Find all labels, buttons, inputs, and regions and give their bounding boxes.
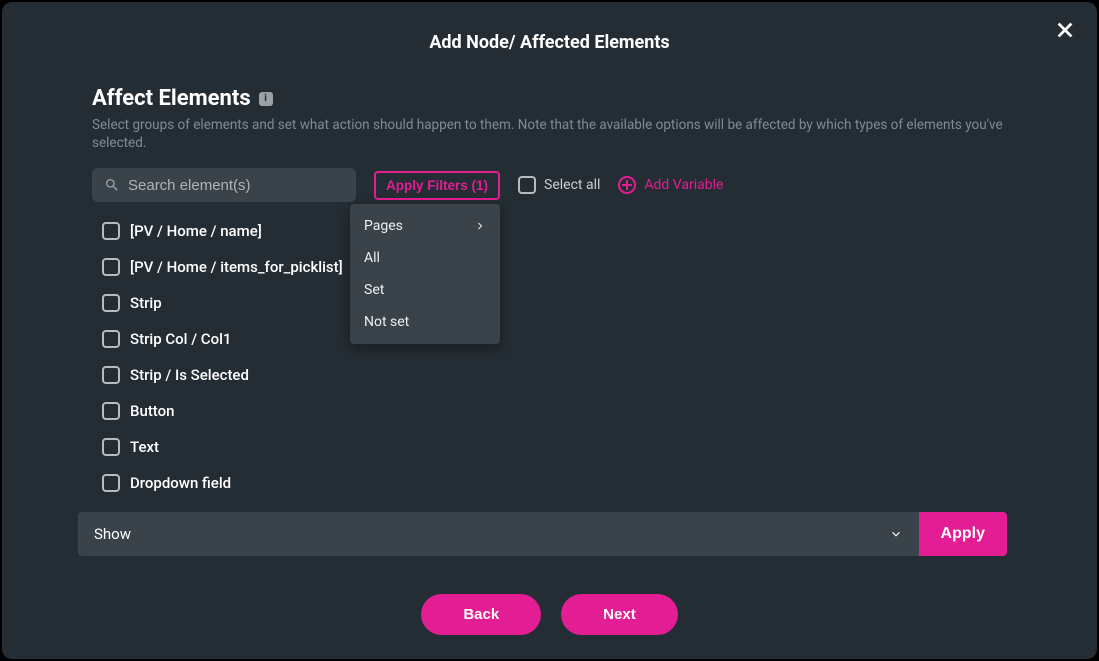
modal-content: Affect Elements i Select groups of eleme… — [22, 66, 1077, 635]
search-input[interactable] — [128, 177, 344, 194]
list-item[interactable]: Strip Col / Col1 — [102, 330, 1007, 348]
list-item[interactable]: Dropdown field — [102, 474, 1007, 492]
filter-item-label: Not set — [364, 314, 409, 330]
list-item-label: Strip — [130, 294, 162, 312]
footer-buttons: Back Next — [92, 594, 1007, 635]
add-variable-button[interactable]: Add Variable — [618, 176, 723, 194]
checkbox-icon — [518, 176, 536, 194]
action-selected-label: Show — [94, 525, 131, 543]
section-title: Affect Elements — [92, 86, 251, 111]
list-item[interactable]: Text — [102, 438, 1007, 456]
info-icon[interactable]: i — [259, 92, 273, 106]
element-list: [PV / Home / name] [PV / Home / items_fo… — [92, 222, 1007, 492]
select-all-checkbox[interactable]: Select all — [518, 176, 600, 194]
list-item-label: Strip Col / Col1 — [130, 330, 231, 348]
filter-item-label: Pages — [364, 218, 403, 234]
list-item-label: Dropdown field — [130, 474, 231, 492]
select-all-label: Select all — [544, 177, 600, 193]
checkbox-icon[interactable] — [102, 366, 120, 384]
list-item-label: Button — [130, 402, 175, 420]
checkbox-icon[interactable] — [102, 330, 120, 348]
filter-item-all[interactable]: All — [350, 242, 500, 274]
section-description: Select groups of elements and set what a… — [92, 117, 1007, 152]
list-item[interactable]: [PV / Home / items_for_picklist] — [102, 258, 1007, 276]
add-variable-label: Add Variable — [644, 177, 723, 193]
list-item-label: [PV / Home / name] — [130, 222, 262, 240]
action-bar: Show Apply — [78, 512, 1007, 556]
modal-header: Add Node/ Affected Elements — [22, 18, 1077, 66]
list-item-label: Strip / Is Selected — [130, 366, 249, 384]
close-icon — [1054, 19, 1076, 41]
checkbox-icon[interactable] — [102, 294, 120, 312]
search-field[interactable] — [92, 168, 356, 202]
apply-button[interactable]: Apply — [919, 512, 1007, 556]
list-item[interactable]: Strip — [102, 294, 1007, 312]
search-icon — [104, 177, 120, 193]
modal-title: Add Node/ Affected Elements — [22, 18, 1077, 53]
filter-item-not-set[interactable]: Not set — [350, 306, 500, 338]
list-item[interactable]: Button — [102, 402, 1007, 420]
apply-filters-button[interactable]: Apply Filters (1) — [374, 171, 500, 200]
plus-circle-icon — [618, 176, 636, 194]
filter-item-label: All — [364, 250, 380, 266]
filter-item-label: Set — [364, 282, 384, 298]
section-header: Affect Elements i — [92, 86, 1007, 111]
toolbar: Apply Filters (1) Select all Add Variabl… — [92, 168, 1007, 202]
close-button[interactable] — [1051, 16, 1079, 44]
checkbox-icon[interactable] — [102, 402, 120, 420]
action-select[interactable]: Show — [78, 512, 919, 556]
back-button[interactable]: Back — [421, 594, 541, 635]
list-item-label: [PV / Home / items_for_picklist] — [130, 258, 343, 276]
filter-dropdown-menu: Pages All Set Not set — [350, 204, 500, 344]
filter-item-set[interactable]: Set — [350, 274, 500, 306]
checkbox-icon[interactable] — [102, 258, 120, 276]
list-item-label: Text — [130, 438, 159, 456]
chevron-right-icon — [474, 220, 486, 232]
modal-dialog: Add Node/ Affected Elements Affect Eleme… — [2, 2, 1097, 659]
chevron-down-icon — [889, 527, 903, 541]
checkbox-icon[interactable] — [102, 222, 120, 240]
checkbox-icon[interactable] — [102, 438, 120, 456]
filter-item-pages[interactable]: Pages — [350, 210, 500, 242]
checkbox-icon[interactable] — [102, 474, 120, 492]
list-item[interactable]: [PV / Home / name] — [102, 222, 1007, 240]
list-item[interactable]: Strip / Is Selected — [102, 366, 1007, 384]
next-button[interactable]: Next — [561, 594, 678, 635]
